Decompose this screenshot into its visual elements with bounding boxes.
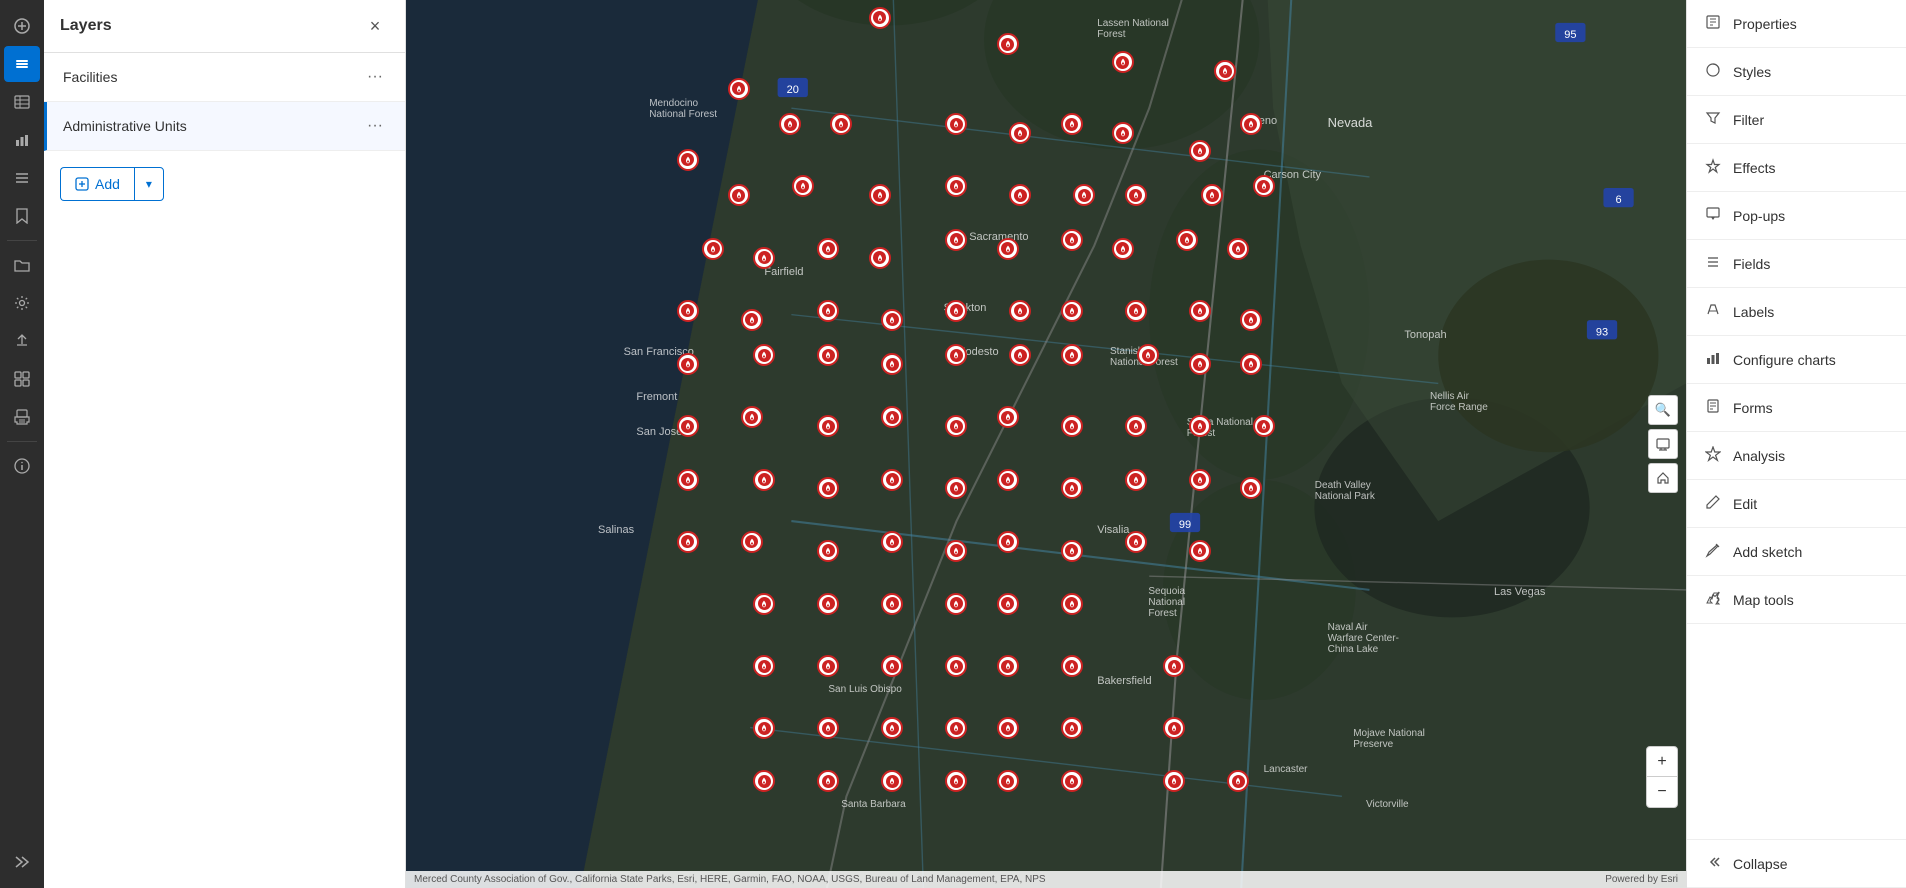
attribution-text: Merced County Association of Gov., Calif… bbox=[414, 874, 1046, 885]
filter-icon bbox=[1703, 110, 1723, 129]
toolbar-list-btn[interactable] bbox=[4, 160, 40, 196]
toolbar-layers-btn[interactable] bbox=[4, 46, 40, 82]
map-background: 80 95 6 93 20 99 Nevada Lassen NationalF… bbox=[406, 0, 1686, 888]
map-screen-btn[interactable] bbox=[1648, 429, 1678, 459]
toolbar-print-btn[interactable] bbox=[4, 399, 40, 435]
sidebar-filter[interactable]: Filter bbox=[1687, 96, 1906, 144]
layer-administrative-units-name: Administrative Units bbox=[63, 118, 353, 134]
map-svg: 80 95 6 93 20 99 bbox=[406, 0, 1686, 888]
add-layer-section: Add ▾ bbox=[44, 151, 405, 217]
labels-label: Labels bbox=[1733, 304, 1890, 320]
toolbar-table-btn[interactable] bbox=[4, 84, 40, 120]
filter-label: Filter bbox=[1733, 112, 1890, 128]
add-layer-dropdown-button[interactable]: ▾ bbox=[134, 167, 164, 201]
layers-panel: Layers × Facilities ··· Administrative U… bbox=[44, 0, 406, 888]
analysis-label: Analysis bbox=[1733, 448, 1890, 464]
effects-icon bbox=[1703, 158, 1723, 177]
toolbar-folder-btn[interactable] bbox=[4, 247, 40, 283]
collapse-icon bbox=[1703, 854, 1723, 873]
sidebar-properties[interactable]: Properties bbox=[1687, 0, 1906, 48]
map-side-controls: 🔍 bbox=[1648, 395, 1678, 493]
sidebar-effects[interactable]: Effects bbox=[1687, 144, 1906, 192]
map-search-btn[interactable]: 🔍 bbox=[1648, 395, 1678, 425]
fields-label: Fields bbox=[1733, 256, 1890, 272]
sidebar-collapse[interactable]: Collapse bbox=[1687, 839, 1906, 888]
toolbar-collapse-btn[interactable] bbox=[4, 844, 40, 880]
toolbar-info-btn[interactable] bbox=[4, 448, 40, 484]
add-layer-button[interactable]: Add bbox=[60, 167, 134, 201]
sidebar-styles[interactable]: Styles bbox=[1687, 48, 1906, 96]
styles-label: Styles bbox=[1733, 64, 1890, 80]
svg-text:6: 6 bbox=[1615, 194, 1621, 206]
zoom-in-button[interactable]: + bbox=[1647, 747, 1677, 777]
sidebar-fields[interactable]: Fields bbox=[1687, 240, 1906, 288]
add-sketch-label: Add sketch bbox=[1733, 544, 1890, 560]
toolbar-separator-1 bbox=[7, 240, 37, 241]
layers-close-button[interactable]: × bbox=[361, 12, 389, 40]
sidebar-popups[interactable]: Pop-ups bbox=[1687, 192, 1906, 240]
properties-icon bbox=[1703, 14, 1723, 33]
analysis-icon bbox=[1703, 446, 1723, 465]
sidebar-map-tools[interactable]: Map tools bbox=[1687, 576, 1906, 624]
configure-charts-icon bbox=[1703, 350, 1723, 369]
svg-text:95: 95 bbox=[1564, 29, 1576, 41]
map-tools-label: Map tools bbox=[1733, 592, 1890, 608]
sidebar-analysis[interactable]: Analysis bbox=[1687, 432, 1906, 480]
styles-icon bbox=[1703, 62, 1723, 81]
add-sketch-icon bbox=[1703, 542, 1723, 561]
powered-by-text: Powered by Esri bbox=[1605, 874, 1678, 885]
right-sidebar: Properties Styles Filter Effects Pop-ups… bbox=[1686, 0, 1906, 888]
fields-icon bbox=[1703, 254, 1723, 273]
layers-title: Layers bbox=[60, 17, 112, 35]
toolbar-bookmark-btn[interactable] bbox=[4, 198, 40, 234]
svg-text:20: 20 bbox=[787, 84, 799, 96]
layer-facilities[interactable]: Facilities ··· bbox=[44, 53, 405, 102]
add-layer-icon bbox=[75, 177, 89, 191]
popups-label: Pop-ups bbox=[1733, 208, 1890, 224]
forms-icon bbox=[1703, 398, 1723, 417]
toolbar-widgets-btn[interactable] bbox=[4, 361, 40, 397]
map-area[interactable]: 80 95 6 93 20 99 Nevada Lassen NationalF… bbox=[406, 0, 1686, 888]
zoom-out-button[interactable]: − bbox=[1647, 777, 1677, 807]
toolbar-add-btn[interactable] bbox=[4, 8, 40, 44]
configure-charts-label: Configure charts bbox=[1733, 352, 1890, 368]
edit-icon bbox=[1703, 494, 1723, 513]
layer-administrative-units[interactable]: Administrative Units ··· bbox=[44, 102, 405, 151]
layers-header: Layers × bbox=[44, 0, 405, 53]
svg-text:93: 93 bbox=[1596, 326, 1608, 338]
left-toolbar bbox=[0, 0, 44, 888]
collapse-label: Collapse bbox=[1733, 856, 1890, 872]
layer-facilities-more-btn[interactable]: ··· bbox=[361, 63, 389, 91]
map-tools-icon bbox=[1703, 590, 1723, 609]
map-attribution-bar: Merced County Association of Gov., Calif… bbox=[406, 871, 1686, 888]
layer-administrative-units-more-btn[interactable]: ··· bbox=[361, 112, 389, 140]
sidebar-edit[interactable]: Edit bbox=[1687, 480, 1906, 528]
sidebar-add-sketch[interactable]: Add sketch bbox=[1687, 528, 1906, 576]
forms-label: Forms bbox=[1733, 400, 1890, 416]
edit-label: Edit bbox=[1733, 496, 1890, 512]
layer-facilities-name: Facilities bbox=[63, 69, 353, 85]
sidebar-labels[interactable]: Labels bbox=[1687, 288, 1906, 336]
effects-label: Effects bbox=[1733, 160, 1890, 176]
map-home-btn[interactable] bbox=[1648, 463, 1678, 493]
map-zoom-controls: + − bbox=[1646, 746, 1678, 808]
labels-icon bbox=[1703, 302, 1723, 321]
toolbar-settings-btn[interactable] bbox=[4, 285, 40, 321]
svg-text:99: 99 bbox=[1179, 519, 1191, 531]
properties-label: Properties bbox=[1733, 16, 1890, 32]
sidebar-configure-charts[interactable]: Configure charts bbox=[1687, 336, 1906, 384]
toolbar-share-btn[interactable] bbox=[4, 323, 40, 359]
popups-icon bbox=[1703, 206, 1723, 225]
toolbar-charts-btn[interactable] bbox=[4, 122, 40, 158]
toolbar-separator-2 bbox=[7, 441, 37, 442]
sidebar-forms[interactable]: Forms bbox=[1687, 384, 1906, 432]
